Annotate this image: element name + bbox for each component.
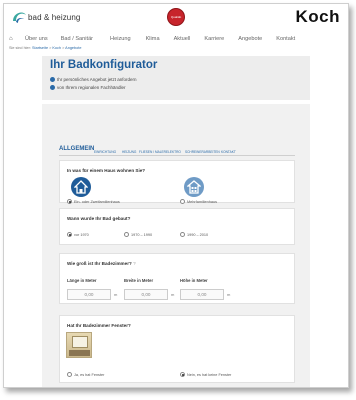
bathroom-with-window-image[interactable] [66,332,92,358]
radio-button[interactable] [67,372,72,377]
radio-button[interactable] [67,199,72,204]
tab-schreinerarbeiten[interactable]: SCHREINERARBEITEN [185,150,220,154]
nav-item-aktuell[interactable]: Aktuell [174,36,191,42]
option-single-family[interactable]: Ein- oder Zweifamilienhaus [67,199,120,204]
tab-einrichtung[interactable]: EINRICHTUNG [94,150,116,154]
page-title: Ihr Badkonfigurator [50,59,158,71]
question-label: Hat Ihr Badezimmer Fenster? [67,323,131,328]
breadcrumb-koch[interactable]: Koch [52,46,61,50]
length-label: Länge in Meter [67,278,97,283]
option-vor-1970[interactable]: vor 1970 [67,232,89,237]
radio-button[interactable] [180,199,185,204]
nav-item-heizung[interactable]: Heizung [110,36,131,42]
nav-item-karriere[interactable]: Karriere [204,36,224,42]
option-no-window[interactable]: Nein, es hat keine Fenster [180,372,231,377]
brand-logo-text[interactable]: bad & heizung [28,13,80,22]
tab-divider [59,155,295,156]
radio-button[interactable] [124,232,129,237]
option-has-window[interactable]: Ja, es hat Fenster [67,372,104,377]
help-icon[interactable]: ? [133,261,136,266]
breadcrumb-angebote[interactable]: Angebote [65,46,81,50]
tab-elektro[interactable]: ELEKTRO [166,150,181,154]
apartment-house-icon[interactable] [184,177,204,197]
hero-bullet: Ihr persönliches Angebot jetzt anfordern [50,77,137,82]
question-label: Wann wurde Ihr Bad gebaut? [67,216,131,221]
radio-button[interactable] [180,232,185,237]
length-input[interactable]: 0,00 [67,289,111,300]
main-navigation: ⌂ Über uns Bad / Sanitär Heizung Klima A… [4,32,348,45]
nav-item-bad-sanitaer[interactable]: Bad / Sanitär [61,36,93,42]
question-card-house-type: In was für einem Haus wohnen Sie? Ein- o… [59,160,295,204]
check-icon [50,77,55,82]
option-multi-family[interactable]: Mehrfamilienhaus [180,199,217,204]
radio-button[interactable] [67,232,72,237]
height-label: Höhe in Meter [180,278,208,283]
tab-fliesen-maler[interactable]: FLIESEN / MALER [139,150,166,154]
question-card-window: Hat Ihr Badezimmer Fenster? Ja, es hat F… [59,315,295,383]
height-unit: m [227,292,231,297]
home-icon[interactable]: ⌂ [9,36,23,42]
quality-seal: Qualität [167,8,185,26]
breadcrumb: Sie sind hier: Startseite > Koch > Angeb… [9,46,82,50]
width-label: Breite in Meter [124,278,154,283]
nav-item-angebote[interactable]: Angebote [238,36,262,42]
option-1990-2010[interactable]: 1990 – 2010 [180,232,208,237]
tab-kontakt[interactable]: KONTAKT [221,150,236,154]
tab-allgemein[interactable]: ALLGEMEIN [59,146,94,152]
question-label: Wie groß ist Ihr Badezimmer? ? [67,261,136,266]
hero-bullet: von Ihrem regionalen Fachhändler [50,85,126,90]
radio-button[interactable] [180,372,185,377]
width-unit: m [171,292,175,297]
company-logo[interactable]: Koch [296,7,341,27]
question-card-build-year: Wann wurde Ihr Bad gebaut? vor 1970 1970… [59,208,295,245]
height-input[interactable]: 0,00 [180,289,224,300]
browser-frame: bad & heizung Qualität Koch ⌂ Über uns B… [3,3,349,388]
question-card-bathroom-size: Wie groß ist Ihr Badezimmer? ? Länge in … [59,253,295,304]
configurator-header: Ihr Badkonfigurator Ihr persönliches Ang… [42,56,310,100]
width-input[interactable]: 0,00 [124,289,168,300]
site-header: bad & heizung Qualität Koch [4,4,348,32]
nav-item-ueber-uns[interactable]: Über uns [25,36,48,42]
question-label: In was für einem Haus wohnen Sie? [67,168,146,173]
tab-heizung[interactable]: HEIZUNG [122,150,136,154]
length-unit: m [114,292,118,297]
breadcrumb-startseite[interactable]: Startseite [32,46,48,50]
single-family-house-icon[interactable] [71,177,91,197]
check-icon [50,85,55,90]
nav-item-kontakt[interactable]: Kontakt [276,36,295,42]
nav-item-klima[interactable]: Klima [146,36,160,42]
brand-logo-icon[interactable] [11,9,27,25]
option-1970-1990[interactable]: 1970 – 1990 [124,232,152,237]
